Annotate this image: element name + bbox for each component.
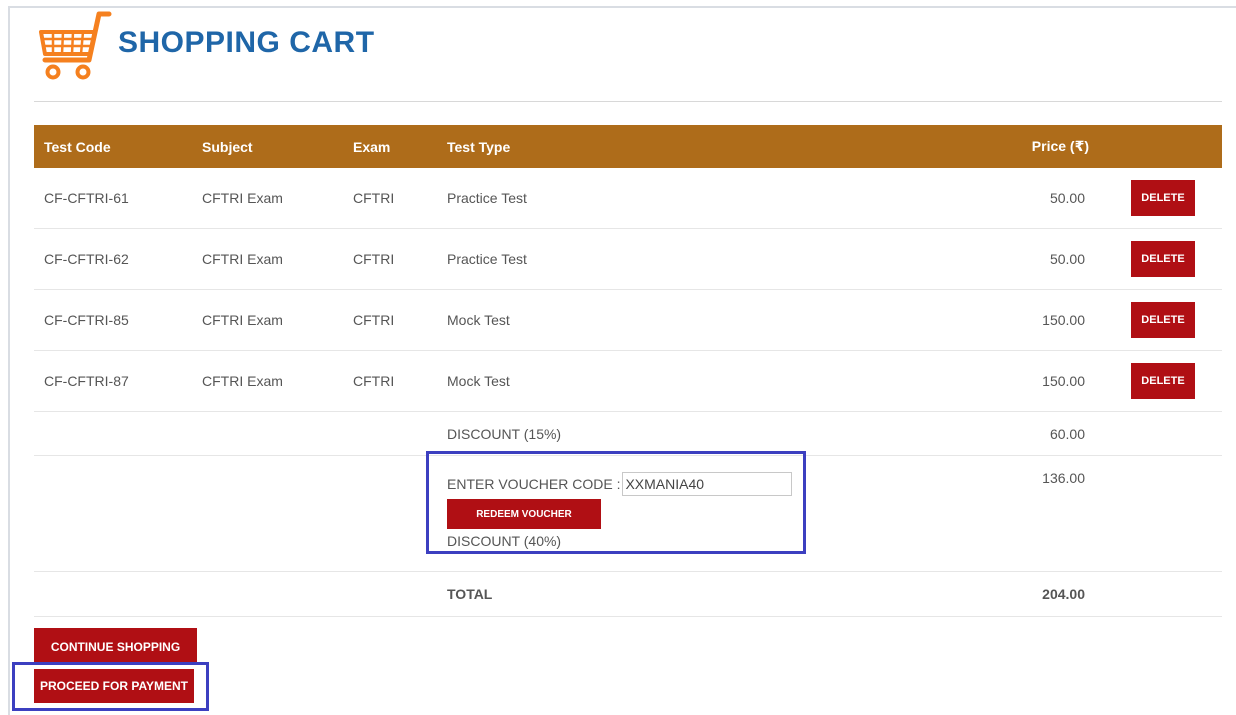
test-type-cell: Practice Test <box>437 168 867 229</box>
empty-cell <box>192 571 343 617</box>
voucher-discount-value: 136.00 <box>867 455 1089 572</box>
price-cell: 50.00 <box>867 168 1089 229</box>
subject-cell: CFTRI Exam <box>192 168 343 229</box>
continue-shopping-button[interactable]: CONTINUE SHOPPING <box>34 628 197 665</box>
test-code-cell: CF-CFTRI-62 <box>34 228 192 290</box>
total-label: TOTAL <box>437 571 867 617</box>
empty-cell <box>1089 411 1222 456</box>
table-row: CF-CFTRI-61 CFTRI Exam CFTRI Practice Te… <box>34 168 1222 229</box>
empty-cell <box>192 455 343 572</box>
empty-cell <box>1089 571 1222 617</box>
exam-cell: CFTRI <box>343 289 437 351</box>
header-divider <box>34 101 1222 102</box>
shopping-cart-icon <box>39 11 112 80</box>
voucher-highlight-box <box>426 451 806 554</box>
delete-button[interactable]: DELETE <box>1131 180 1195 216</box>
test-code-cell: CF-CFTRI-61 <box>34 168 192 229</box>
column-header-subject: Subject <box>192 125 343 168</box>
column-header-exam: Exam <box>343 125 437 168</box>
subject-cell: CFTRI Exam <box>192 289 343 351</box>
column-header-test-type: Test Type <box>437 125 867 168</box>
action-cell: DELETE <box>1089 168 1222 229</box>
action-cell: DELETE <box>1089 350 1222 412</box>
empty-cell <box>34 455 192 572</box>
subject-cell: CFTRI Exam <box>192 228 343 290</box>
proceed-for-payment-button[interactable]: PROCEED FOR PAYMENT <box>34 669 194 703</box>
delete-button[interactable]: DELETE <box>1131 302 1195 338</box>
exam-cell: CFTRI <box>343 350 437 412</box>
empty-cell <box>343 411 437 456</box>
delete-button[interactable]: DELETE <box>1131 241 1195 277</box>
subject-cell: CFTRI Exam <box>192 350 343 412</box>
test-code-cell: CF-CFTRI-85 <box>34 289 192 351</box>
column-header-price: Price (₹) <box>867 125 1089 168</box>
price-cell: 150.00 <box>867 289 1089 351</box>
discount-value: 60.00 <box>867 411 1089 456</box>
discount-row: DISCOUNT (15%) 60.00 <box>34 411 1222 456</box>
action-cell: DELETE <box>1089 228 1222 290</box>
page-title: SHOPPING CART <box>118 26 375 59</box>
table-row: CF-CFTRI-87 CFTRI Exam CFTRI Mock Test 1… <box>34 350 1222 412</box>
empty-cell <box>343 571 437 617</box>
column-header-action <box>1089 125 1222 168</box>
price-cell: 150.00 <box>867 350 1089 412</box>
test-type-cell: Practice Test <box>437 228 867 290</box>
exam-cell: CFTRI <box>343 168 437 229</box>
total-value: 204.00 <box>867 571 1089 617</box>
test-type-cell: Mock Test <box>437 350 867 412</box>
page-header: SHOPPING CART <box>30 8 1222 100</box>
total-row: TOTAL 204.00 <box>34 571 1222 617</box>
table-row: CF-CFTRI-62 CFTRI Exam CFTRI Practice Te… <box>34 228 1222 290</box>
price-cell: 50.00 <box>867 228 1089 290</box>
empty-cell <box>1089 455 1222 572</box>
test-type-cell: Mock Test <box>437 289 867 351</box>
column-header-test-code: Test Code <box>34 125 192 168</box>
test-code-cell: CF-CFTRI-87 <box>34 350 192 412</box>
delete-button[interactable]: DELETE <box>1131 363 1195 399</box>
action-cell: DELETE <box>1089 289 1222 351</box>
empty-cell <box>192 411 343 456</box>
discount-label: DISCOUNT (15%) <box>437 411 867 456</box>
empty-cell <box>34 571 192 617</box>
frame-border-left <box>8 6 10 715</box>
table-row: CF-CFTRI-85 CFTRI Exam CFTRI Mock Test 1… <box>34 289 1222 351</box>
table-header-row: Test Code Subject Exam Test Type Price (… <box>34 125 1222 168</box>
empty-cell <box>34 411 192 456</box>
empty-cell <box>343 455 437 572</box>
exam-cell: CFTRI <box>343 228 437 290</box>
